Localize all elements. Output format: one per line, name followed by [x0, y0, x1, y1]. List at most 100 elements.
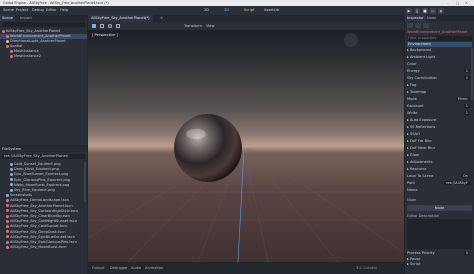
filesystem-scrollbar[interactable] [84, 162, 86, 202]
stop-icon[interactable]: ■ [422, 8, 428, 14]
scene-tab[interactable]: AllSkyFree_Sky_AnotherPlanet(*) [88, 15, 153, 22]
inspector-property-row[interactable]: ▸ Fog [407, 83, 472, 88]
property-label: ▸ Fog [407, 83, 417, 87]
tab-inspector[interactable]: Inspector [405, 15, 426, 21]
view-menu[interactable]: View [206, 22, 215, 30]
inspector-property-row[interactable]: Local To Scene On [407, 174, 472, 179]
inspector-property-row[interactable]: ▸ Background [407, 48, 472, 53]
inspector-property-row[interactable]: ▸ Ambient Light [407, 55, 472, 60]
file-icon [6, 224, 9, 228]
workspace-2d[interactable]: 2D [204, 6, 209, 15]
inspector-property-row[interactable]: ▸ SS Reflections [407, 125, 472, 130]
editor-description-textarea[interactable] [407, 219, 472, 249]
inspector-property-row[interactable]: White 1 [407, 111, 472, 116]
file-icon [10, 172, 13, 176]
workspace-script[interactable]: Script [244, 6, 254, 15]
menu-project[interactable]: Project [16, 6, 28, 15]
property-value[interactable]: 1 [463, 69, 470, 73]
tab-audio[interactable]: Audio [131, 265, 141, 271]
save-resource-icon[interactable] [423, 23, 429, 28]
inspector-footer-row[interactable]: ▸ Pause [407, 257, 472, 262]
workspace-3d[interactable]: 3D [224, 6, 229, 15]
property-value[interactable]: res://AllSkyF [444, 181, 470, 185]
inspector-property-row[interactable]: Exposure 1 [407, 104, 472, 109]
filter-properties-input[interactable]: Filter properties [407, 36, 472, 41]
inspector-property-row[interactable]: Name [407, 188, 472, 193]
filesystem-path-input[interactable]: res://AllSkyFree_Sky_AnotherPlanet/ [2, 154, 85, 159]
inspector-property-row[interactable]: ▸ DoF Near Blur [407, 146, 472, 151]
rotate-mode-icon[interactable] [108, 24, 112, 28]
select-mode-icon[interactable] [92, 24, 96, 28]
file-icon [10, 167, 13, 171]
tree-node[interactable]: MeshInstance2 [0, 54, 87, 59]
move-mode-icon[interactable] [100, 24, 104, 28]
file-item[interactable]: AllSkyFree_Sky_MoonBurst.tscn [0, 245, 84, 250]
inspector-property-row[interactable]: ▸ Adjustments [407, 160, 472, 165]
file-icon [10, 162, 13, 166]
3d-viewport[interactable]: [ Perspective ] [88, 30, 404, 262]
property-value[interactable]: 0 [463, 251, 470, 255]
property-label: ▸ Glow [407, 153, 419, 157]
play-scene-icon[interactable]: ▷ [430, 8, 436, 14]
tab-node[interactable]: Node [425, 15, 438, 21]
property-value[interactable]: 1 [463, 111, 470, 115]
scale-mode-icon[interactable] [116, 24, 120, 28]
property-label: Local To Scene [407, 174, 434, 178]
node-section-button[interactable]: Node [407, 205, 472, 211]
property-value[interactable]: Filmic [455, 97, 470, 101]
inspector-property-row[interactable]: ▸ DoF Far Blur [407, 139, 472, 144]
inspector-property-row[interactable]: ▸ Auto Exposure [407, 118, 472, 123]
bottom-panel: Output Debugger Audio Animation 3.2.1.st… [88, 262, 404, 274]
load-resource-icon[interactable] [415, 23, 421, 28]
tab-output[interactable]: Output [92, 265, 104, 271]
file-label: AllSkyFree_Sky_ColdSunset.tscn [10, 224, 68, 229]
new-resource-icon[interactable] [407, 23, 413, 28]
property-label: White [407, 111, 418, 115]
tab-debugger[interactable]: Debugger [110, 265, 128, 271]
inspector-property-row[interactable]: Color [407, 62, 472, 67]
workspace-assetlib[interactable]: AssetLib [264, 6, 279, 15]
filesystem-dock: FileSystem res://AllSkyFree_Sky_AnotherP… [0, 146, 87, 274]
property-label: ▸ Background [407, 48, 432, 52]
tab-import[interactable]: Import [18, 15, 34, 21]
scene-filter-input[interactable] [2, 22, 85, 27]
menu-scene[interactable]: Scene [3, 6, 14, 15]
file-label: Epic_GloriousPink_Equirect.png [14, 177, 71, 182]
property-value[interactable]: 1 [463, 104, 470, 108]
inspector-property-row[interactable]: Energy 1 [407, 69, 472, 74]
file-label: AllSkyFree_Sky_ClearBlueSky.tscn [10, 214, 71, 218]
inspector-property-row[interactable]: Path res://AllSkyF [407, 181, 472, 186]
transform-menu[interactable]: Transform [184, 22, 202, 30]
file-icon [6, 209, 9, 213]
inspector-property-row[interactable]: ▸ SSAO [407, 132, 472, 137]
editor-description-label: Editor Description [407, 214, 440, 218]
inspector-footer-row[interactable]: ▸ Script [407, 262, 472, 267]
play-icon[interactable]: ▶ [406, 8, 412, 14]
inspector-property-row[interactable]: Mode Filmic [407, 97, 472, 102]
menu-debug[interactable]: Debug [32, 6, 44, 15]
mesh-sphere[interactable] [174, 114, 242, 182]
inspector-scrollbar[interactable] [471, 48, 473, 100]
file-label: AllSkyFree_Sky_ColdNightSunset.tscn [10, 219, 78, 224]
inspector-property-row[interactable]: ▸ Resource [407, 167, 472, 172]
inspector-footer-row[interactable]: Process Priority 0 [407, 251, 472, 256]
menu-help[interactable]: Help [60, 6, 68, 15]
inspector-property-row[interactable]: ▸ Tonemap [407, 90, 472, 95]
view-gizmo-icon[interactable] [344, 33, 358, 47]
spatial-node-icon [6, 44, 9, 48]
inspector-property-row[interactable]: Sky Contribution 1 [407, 76, 472, 81]
viewport-toolbar: Transform View [88, 22, 404, 30]
tab-animation[interactable]: Animation [145, 265, 163, 271]
z-axis-line [237, 147, 245, 262]
file-label: Epic_BlueSunset_Equirect.png [14, 172, 69, 177]
property-value[interactable]: On [460, 174, 470, 178]
inspector-property-row[interactable]: ▸ Glow [407, 153, 472, 158]
tab-scene[interactable]: Scene [0, 15, 15, 21]
property-value[interactable]: 1 [463, 76, 470, 80]
close-tab-icon[interactable]: ✕ [160, 15, 163, 22]
pause-icon[interactable]: ‖ [414, 8, 420, 14]
play-custom-icon[interactable]: ◈ [438, 8, 444, 14]
property-label: ▸ Pause [407, 256, 421, 261]
menu-editor[interactable]: Editor [46, 6, 57, 15]
environment-resource[interactable]: Environment [407, 42, 472, 47]
